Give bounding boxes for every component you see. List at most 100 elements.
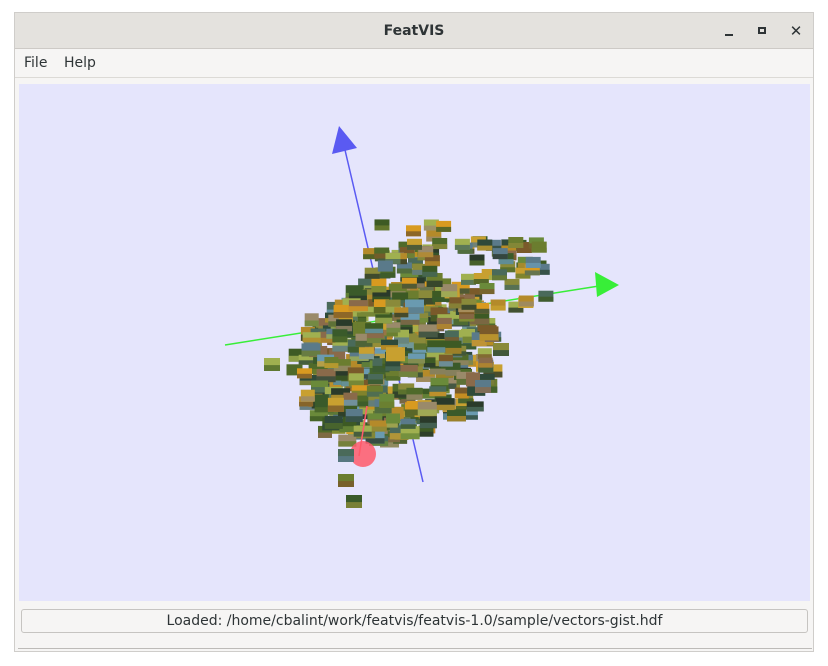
title-bar[interactable]: FeatVIS ✕ xyxy=(15,13,813,49)
image-thumbnail-detail xyxy=(508,243,524,248)
image-thumbnail-detail xyxy=(333,312,353,318)
image-thumbnail-detail xyxy=(418,252,434,258)
image-thumbnail-detail xyxy=(371,286,387,293)
image-thumbnail-detail xyxy=(461,279,476,285)
image-thumbnail-detail xyxy=(427,347,446,353)
image-thumbnail-detail xyxy=(367,379,383,384)
image-thumbnail-detail xyxy=(418,331,438,338)
image-thumbnail-detail xyxy=(475,387,491,393)
image-thumbnail-detail xyxy=(394,312,409,318)
image-thumbnail-detail xyxy=(401,283,417,289)
image-thumbnail-detail xyxy=(471,340,487,347)
image-thumbnail-detail xyxy=(398,371,418,377)
image-thumbnail-detail xyxy=(436,226,452,232)
minimize-button[interactable] xyxy=(720,22,738,40)
image-thumbnail-detail xyxy=(478,363,493,368)
image-thumbnail-detail xyxy=(356,312,376,317)
status-bar: Loaded: /home/cbalint/work/featvis/featv… xyxy=(21,609,808,633)
image-thumbnail-detail xyxy=(426,280,443,287)
image-thumbnail-detail xyxy=(400,433,420,440)
close-button[interactable]: ✕ xyxy=(787,22,805,40)
image-thumbnail-detail xyxy=(516,248,532,253)
window-title: FeatVIS xyxy=(383,23,445,39)
image-thumbnail-detail xyxy=(299,401,314,407)
image-thumbnail-detail xyxy=(524,270,540,276)
image-thumbnail-detail xyxy=(422,271,438,277)
image-thumbnail-detail xyxy=(504,284,520,290)
image-thumbnail-detail xyxy=(377,266,393,272)
image-thumbnail-detail xyxy=(461,304,477,310)
image-thumbnail-detail xyxy=(396,268,412,274)
image-thumbnail-detail xyxy=(346,502,362,508)
3d-viewport[interactable] xyxy=(19,84,810,601)
image-thumbnail-detail xyxy=(459,314,474,320)
image-thumbnail-detail xyxy=(369,426,387,432)
image-thumbnail-detail xyxy=(492,275,507,281)
close-icon: ✕ xyxy=(789,22,803,40)
image-thumbnail-detail xyxy=(454,393,469,399)
image-thumbnail-detail xyxy=(466,406,484,412)
image-thumbnail-detail xyxy=(490,305,506,311)
image-thumbnail-detail xyxy=(385,366,401,371)
image-thumbnail-detail xyxy=(438,361,453,367)
image-thumbnail-detail xyxy=(538,296,554,302)
image-thumbnail-detail xyxy=(343,399,358,406)
image-thumbnail-detail xyxy=(407,244,422,250)
image-thumbnail-detail xyxy=(318,432,332,438)
image-thumbnail-detail xyxy=(417,409,437,416)
image-thumbnail-detail xyxy=(435,404,455,411)
image-thumbnail-detail xyxy=(380,272,396,278)
image-thumbnail-detail xyxy=(447,416,466,422)
image-thumbnail-detail xyxy=(304,320,319,327)
image-thumbnail-detail xyxy=(386,354,405,362)
image-thumbnail-detail xyxy=(374,225,390,231)
image-thumbnail-detail xyxy=(358,353,374,360)
menu-file[interactable]: File xyxy=(24,49,47,78)
menu-bar: File Help xyxy=(15,49,813,78)
image-thumbnail-detail xyxy=(518,301,534,307)
image-thumbnail-detail xyxy=(406,394,423,400)
minimize-icon xyxy=(725,34,733,36)
image-thumbnail-detail xyxy=(479,334,499,341)
image-thumbnail-detail xyxy=(441,291,458,298)
image-thumbnail-detail xyxy=(474,308,490,314)
image-thumbnail-detail xyxy=(525,262,541,268)
menu-help[interactable]: Help xyxy=(64,49,96,78)
image-thumbnail-detail xyxy=(492,254,508,260)
image-thumbnail-detail xyxy=(332,336,348,343)
image-thumbnail-detail xyxy=(408,358,425,364)
app-window: FeatVIS ✕ File Help Loaded: /home/cbalin… xyxy=(14,12,814,652)
image-thumbnail-detail xyxy=(324,423,343,429)
image-thumbnail-detail xyxy=(324,363,339,369)
image-thumbnail-detail xyxy=(386,419,400,424)
image-thumbnail-detail xyxy=(327,405,344,412)
image-thumbnail-detail xyxy=(531,247,547,253)
image-thumbnail-detail xyxy=(498,259,514,265)
image-thumbnail-detail xyxy=(365,328,384,334)
image-thumbnail-detail xyxy=(297,373,312,379)
image-thumbnail-detail xyxy=(419,422,437,429)
image-thumbnail-detail xyxy=(418,431,434,437)
image-thumbnail-detail xyxy=(454,244,470,250)
image-thumbnail-detail xyxy=(364,273,380,279)
image-thumbnail-detail xyxy=(375,317,393,324)
maximize-button[interactable] xyxy=(754,22,772,40)
image-thumbnails xyxy=(286,219,554,448)
image-thumbnail-detail xyxy=(424,261,440,267)
image-thumbnail-detail xyxy=(404,409,420,416)
image-thumbnail-detail xyxy=(432,244,448,250)
image-thumbnail-detail xyxy=(406,231,421,237)
image-thumbnail-detail xyxy=(508,307,524,313)
image-thumbnail-detail xyxy=(302,337,321,343)
bottom-divider xyxy=(18,648,812,649)
image-thumbnail-detail xyxy=(264,365,280,371)
maximize-icon xyxy=(758,27,766,34)
image-thumbnail-detail xyxy=(345,416,363,423)
image-thumbnail-detail xyxy=(400,319,420,325)
image-thumbnail-detail xyxy=(338,456,354,462)
feature-scatter-scene[interactable] xyxy=(19,84,810,601)
image-thumbnail-detail xyxy=(469,260,485,266)
image-thumbnail-detail xyxy=(385,376,401,381)
z-axis-arrowhead xyxy=(332,126,357,154)
image-thumbnail-detail xyxy=(400,424,416,429)
